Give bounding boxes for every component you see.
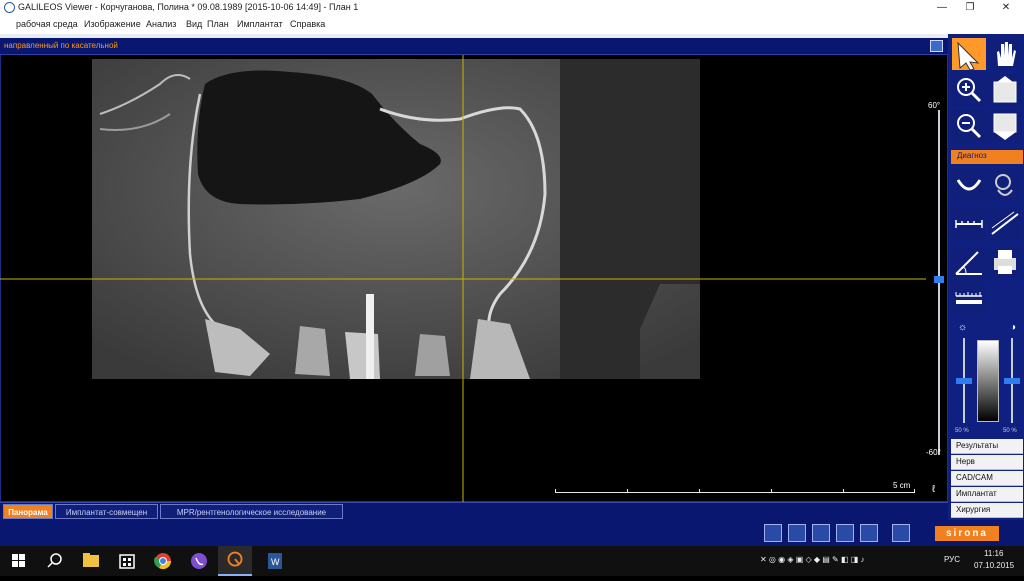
tab-implant-overlay[interactable]: Имплантат-совмещен — [55, 504, 158, 519]
panel-item-label: Нерв — [956, 457, 975, 466]
panel-item-nerve[interactable]: Нерв — [951, 455, 1023, 470]
maximize-button[interactable]: ❐ — [956, 0, 984, 16]
ruler-diagonal-icon[interactable] — [988, 208, 1022, 240]
minimize-button[interactable]: — — [928, 0, 956, 16]
zoom-in-icon[interactable] — [952, 74, 986, 106]
windows-start-icon[interactable] — [2, 546, 36, 576]
tray-icons[interactable]: ✕ ◎ ◉ ◈ ▣ ◇ ◆ ▤ ✎ ◧ ◨ ♪ — [760, 555, 865, 564]
panel-item-label: Результаты — [956, 441, 999, 450]
page-up-icon[interactable] — [988, 74, 1022, 106]
store-icon[interactable] — [110, 546, 144, 576]
angle-min-label: -60° — [926, 448, 941, 457]
menu-help[interactable]: Справка — [290, 19, 325, 29]
menu-view[interactable]: Вид — [186, 19, 202, 29]
arch-curve-icon[interactable] — [952, 170, 986, 202]
density-ruler-icon[interactable] — [952, 282, 986, 314]
menu-implant[interactable]: Имплантат — [237, 19, 283, 29]
scale-tick — [555, 489, 556, 493]
chrome-icon[interactable] — [146, 546, 180, 576]
diagnosis-label: Диагноз — [957, 151, 987, 160]
svg-text:W: W — [271, 557, 280, 567]
nerve-tool-icon[interactable] — [836, 524, 854, 542]
page-down-icon[interactable] — [988, 110, 1022, 142]
contrast-slider-handle[interactable] — [1004, 378, 1020, 384]
view-maximize-icon[interactable] — [930, 40, 943, 52]
scale-tick — [914, 489, 915, 493]
brightness-icon: ☼ — [958, 322, 968, 333]
menu-bar: рабочая среда Изображение Анализ Вид Пла… — [0, 16, 1024, 34]
clock-time[interactable]: 11:16 — [984, 549, 1003, 558]
brightness-slider-handle[interactable] — [956, 378, 972, 384]
scale-bar — [555, 492, 915, 493]
ct-scan-image[interactable] — [0, 54, 948, 502]
scale-tick — [843, 489, 844, 493]
panel-item-surgery[interactable]: Хирургия — [951, 503, 1023, 518]
measure-hook-icon[interactable]: ℓ — [932, 484, 935, 495]
panel-item-label: Хирургия — [956, 505, 991, 514]
contrast-icon: ◑ — [1010, 322, 1017, 333]
sleeve-tool-icon[interactable] — [860, 524, 878, 542]
view-header: направленный по касательной — [0, 38, 948, 55]
galileos-app-icon — [4, 2, 15, 13]
file-explorer-icon[interactable] — [74, 546, 108, 576]
language-indicator[interactable]: РУС — [944, 555, 960, 564]
scale-tick — [699, 489, 700, 493]
diagnosis-header[interactable]: Диагноз — [951, 150, 1023, 164]
menu-plan[interactable]: План — [207, 19, 229, 29]
ruler-measure-icon[interactable] — [952, 208, 986, 240]
print-icon[interactable] — [988, 246, 1022, 278]
tooth-anatomy-icon[interactable] — [988, 170, 1022, 202]
brightness-value: 50 % — [955, 428, 969, 434]
menu-analysis[interactable]: Анализ — [146, 19, 176, 29]
word-icon[interactable]: W — [258, 546, 292, 576]
search-icon[interactable] — [38, 546, 72, 576]
angle-max-label: 60° — [928, 101, 941, 110]
report-tool-icon[interactable] — [892, 524, 910, 542]
close-button[interactable]: ✕ — [992, 0, 1020, 16]
menu-workspace[interactable]: рабочая среда — [16, 19, 78, 29]
zoom-out-icon[interactable] — [952, 110, 986, 142]
panel-item-cadcam[interactable]: CAD/CAM — [951, 471, 1023, 486]
tab-mpr-examination[interactable]: MPR/рентгенологическое исследование — [160, 504, 343, 519]
implant-tool-icon[interactable] — [764, 524, 782, 542]
menu-image[interactable]: Изображение — [84, 19, 141, 29]
select-arrow-icon[interactable] — [952, 38, 986, 71]
scale-tick — [627, 489, 628, 493]
panel-item-results[interactable]: Результаты — [951, 439, 1023, 454]
title-bar: GALILEOS Viewer - Корчуганова, Полина * … — [0, 0, 1024, 16]
window-title: GALILEOS Viewer - Корчуганова, Полина * … — [18, 2, 359, 12]
view-title: направленный по касательной — [4, 41, 118, 50]
grayscale-gradient — [977, 340, 999, 422]
scale-label: 5 cm — [893, 481, 911, 490]
angle-measure-icon[interactable] — [952, 246, 986, 278]
panel-item-label: CAD/CAM — [956, 473, 993, 482]
scale-tick — [771, 489, 772, 493]
sirona-logo: sirona — [935, 526, 999, 541]
tab-panorama[interactable]: Панорама — [3, 504, 53, 519]
viber-icon[interactable] — [182, 546, 216, 576]
tooth-tool-icon[interactable] — [788, 524, 806, 542]
clock-date[interactable]: 07.10.2015 — [974, 561, 1014, 570]
pan-hand-icon[interactable] — [988, 38, 1022, 70]
galileos-taskbar-icon[interactable] — [218, 546, 252, 576]
panel-item-implant[interactable]: Имплантат — [951, 487, 1023, 502]
panel-item-label: Имплантат — [956, 489, 997, 498]
angle-slider-handle[interactable] — [934, 276, 944, 283]
crown-tool-icon[interactable] — [812, 524, 830, 542]
contrast-value: 50 % — [1003, 428, 1017, 434]
